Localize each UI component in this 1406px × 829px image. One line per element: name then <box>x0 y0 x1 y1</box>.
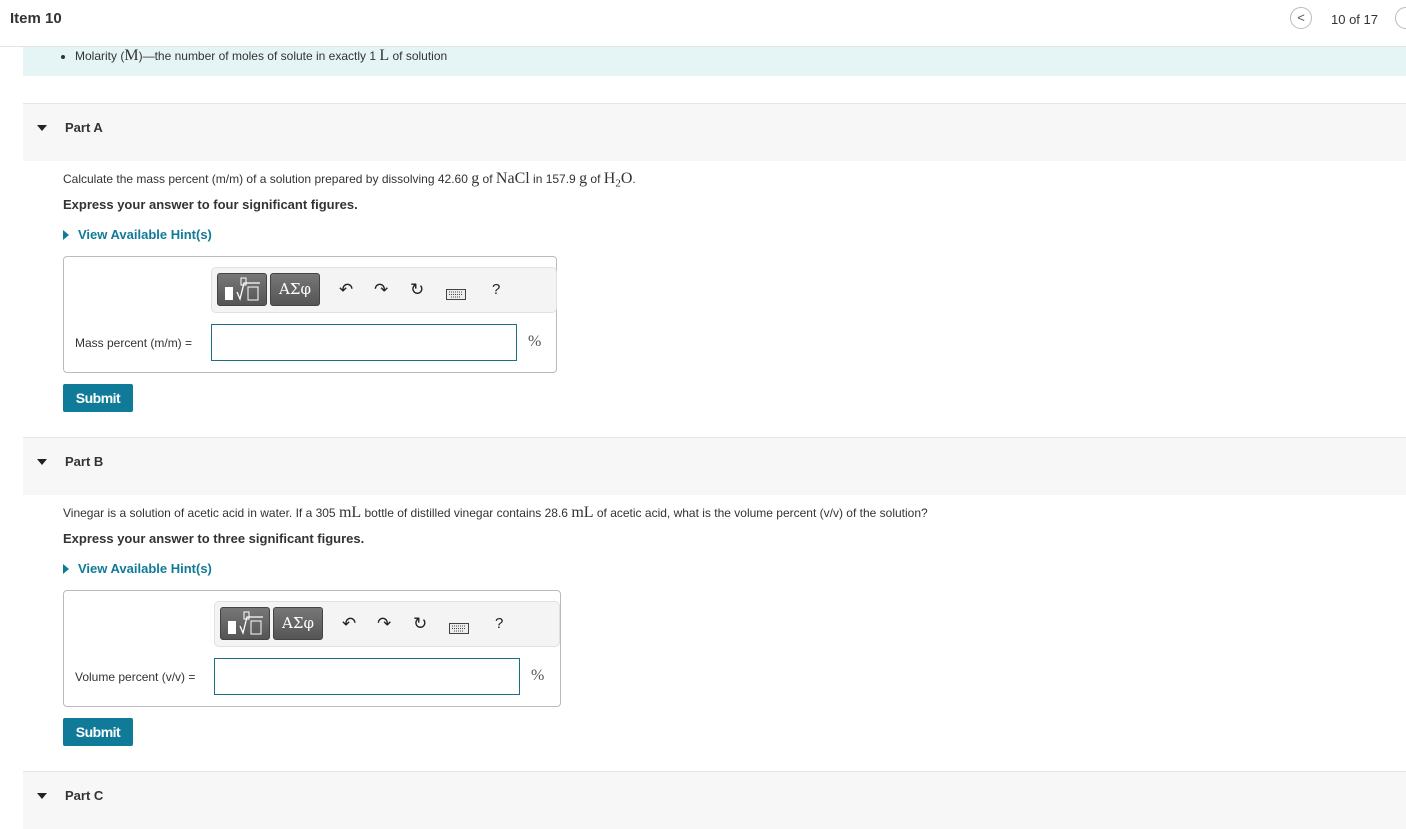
keyboard-icon[interactable] <box>446 285 466 305</box>
templates-icon <box>228 611 263 636</box>
redo-icon[interactable]: ↷ <box>377 614 391 634</box>
keyboard-icon[interactable] <box>449 619 469 639</box>
part-b-submit-button[interactable]: Submit <box>63 718 133 746</box>
part-c-label: Part C <box>65 788 104 803</box>
part-a-submit-button[interactable]: Submit <box>63 384 133 412</box>
caret-right-icon <box>63 564 69 574</box>
part-b-question: Vinegar is a solution of acetic acid in … <box>63 504 928 521</box>
caret-down-icon <box>37 793 47 799</box>
part-b-answer-input[interactable] <box>214 658 520 695</box>
chevron-left-icon: < <box>1297 10 1305 25</box>
part-a-question: Calculate the mass percent (m/m) of a so… <box>63 170 636 190</box>
item-position: 10 of 17 <box>1331 12 1378 27</box>
greek-symbols-button[interactable]: ΑΣφ <box>273 607 323 640</box>
part-b-answer-box: ΑΣφ ↶ ↷ ↻ ? Volume percent (v/v) = % <box>63 590 561 707</box>
part-b-hint-link[interactable]: View Available Hint(s) <box>63 561 212 576</box>
previous-item-button[interactable]: < <box>1290 7 1312 29</box>
part-a-instruction: Express your answer to four significant … <box>63 197 358 212</box>
part-b-field-label: Volume percent (v/v) = <box>75 670 196 684</box>
caret-right-icon <box>63 230 69 240</box>
help-icon[interactable]: ? <box>495 614 503 634</box>
templates-icon <box>225 277 260 302</box>
caret-down-icon <box>37 125 47 131</box>
next-item-button[interactable] <box>1395 7 1406 29</box>
help-icon[interactable]: ? <box>492 280 500 300</box>
reset-icon[interactable]: ↻ <box>410 280 424 300</box>
templates-button[interactable] <box>217 273 267 306</box>
part-a-field-label: Mass percent (m/m) = <box>75 336 193 350</box>
part-b-label: Part B <box>65 454 104 469</box>
templates-button[interactable] <box>220 607 270 640</box>
part-a-answer-box: ΑΣφ ↶ ↷ ↻ ? Mass percent (m/m) = % <box>63 256 557 373</box>
part-a-hint-link[interactable]: View Available Hint(s) <box>63 227 212 242</box>
math-toolbar: ΑΣφ ↶ ↷ ↻ ? <box>211 267 557 313</box>
caret-down-icon <box>37 459 47 465</box>
item-title: Item 10 <box>10 10 62 27</box>
part-b-header[interactable]: Part B <box>23 437 1406 495</box>
part-a-header[interactable]: Part A <box>23 103 1406 161</box>
part-a-answer-input[interactable] <box>211 324 517 361</box>
top-bar: Item 10 < 10 of 17 <box>0 0 1406 47</box>
intro-bullet: Molarity (M)—the number of moles of solu… <box>75 47 1406 65</box>
undo-icon[interactable]: ↶ <box>342 614 356 634</box>
greek-symbols-button[interactable]: ΑΣφ <box>270 273 320 306</box>
part-b-unit: % <box>531 667 545 684</box>
undo-icon[interactable]: ↶ <box>339 280 353 300</box>
intro-panel: Molarity (M)—the number of moles of solu… <box>23 47 1406 76</box>
redo-icon[interactable]: ↷ <box>374 280 388 300</box>
part-c-header[interactable]: Part C <box>23 771 1406 829</box>
part-b-instruction: Express your answer to three significant… <box>63 531 365 546</box>
part-a-unit: % <box>528 333 542 350</box>
math-toolbar: ΑΣφ ↶ ↷ ↻ ? <box>214 601 560 647</box>
part-a-label: Part A <box>65 120 103 135</box>
reset-icon[interactable]: ↻ <box>413 614 427 634</box>
